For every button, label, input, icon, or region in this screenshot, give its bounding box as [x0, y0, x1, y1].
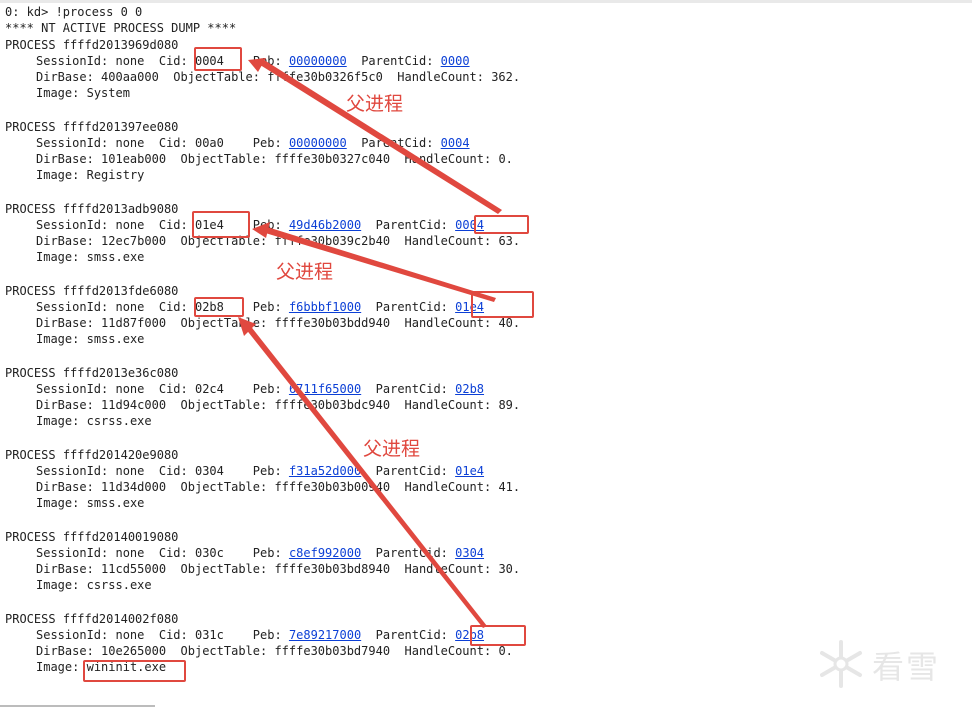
- annotation-parent-1: 父进程: [346, 93, 404, 115]
- annotation-arrows: [238, 58, 502, 628]
- highlight-image-wininit: [83, 660, 186, 682]
- highlight-cid-01e4: [192, 211, 250, 238]
- highlight-cid-0004: [194, 47, 242, 71]
- annotation-parent-2: 父进程: [276, 261, 334, 283]
- highlight-cid-02b8: [194, 297, 244, 317]
- highlight-parent-01e4: [471, 291, 534, 318]
- snowflake-icon: [820, 640, 862, 688]
- highlight-parent-0004: [474, 215, 529, 234]
- arrow-parent-0004: [257, 58, 502, 214]
- watermark: 看雪: [816, 636, 966, 692]
- highlight-parent-02b8: [470, 625, 526, 646]
- arrow-parent-02b8: [245, 324, 487, 628]
- annotation-parent-3: 父进程: [363, 438, 421, 460]
- watermark-text: 看雪: [872, 648, 941, 686]
- bottom-divider: [0, 705, 155, 707]
